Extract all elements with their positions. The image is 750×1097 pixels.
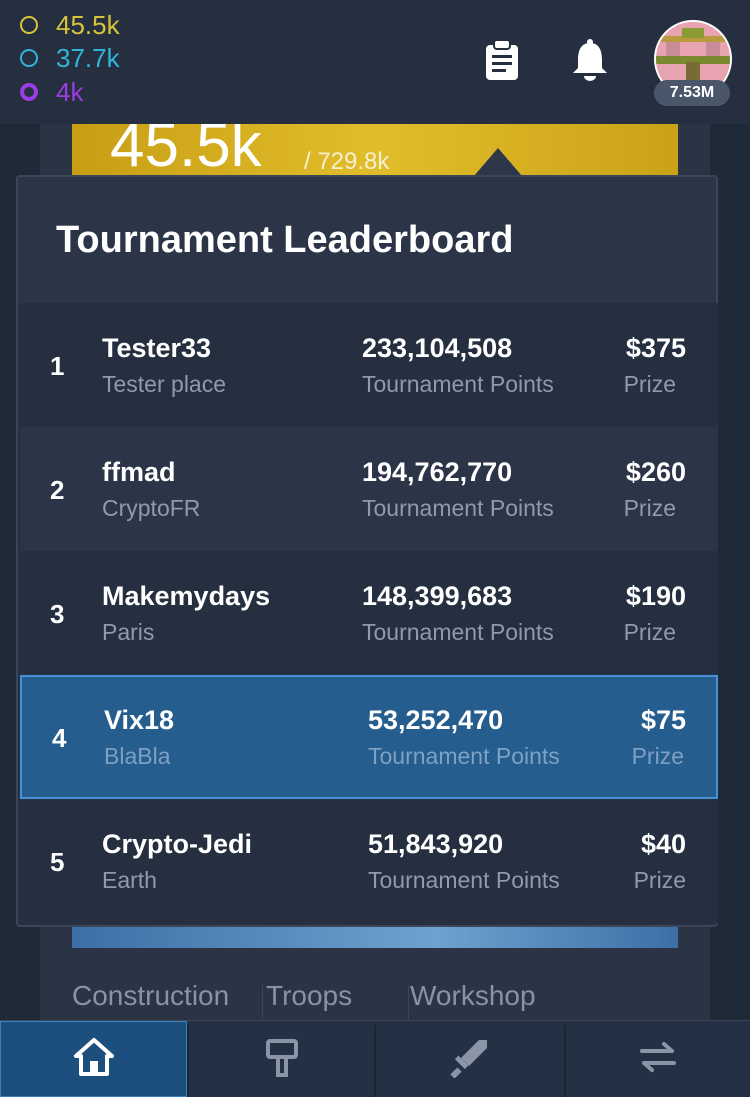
hammer-icon	[264, 1037, 300, 1082]
gold-ring-icon	[20, 16, 38, 34]
points-label: Tournament Points	[362, 371, 554, 397]
nav-home[interactable]	[0, 1021, 187, 1097]
points-label: Tournament Points	[368, 867, 560, 893]
bottom-nav	[0, 1020, 750, 1097]
swap-arrows-icon	[638, 1041, 678, 1078]
player-name: Vix18	[104, 705, 175, 735]
sword-icon	[449, 1036, 491, 1083]
modal-header: Tournament Leaderboard	[18, 177, 716, 303]
prize-label: Prize	[633, 867, 686, 893]
player-location: BlaBla	[104, 743, 171, 769]
purple-ring-icon	[20, 83, 38, 101]
rank: 5	[50, 847, 65, 877]
prize-amount: $375	[625, 333, 686, 363]
tab-divider	[408, 985, 409, 1021]
nav-build[interactable]	[189, 1021, 374, 1097]
player-name: Makemydays	[102, 581, 271, 611]
prize-amount: $260	[625, 457, 686, 487]
leaderboard-row-current-user[interactable]: 4 Vix18 BlaBla 53,252,470 Tournament Poi…	[20, 675, 718, 799]
top-header: 45.5k 37.7k 4k 7.53M	[0, 0, 750, 124]
tab-construction[interactable]: Construction	[72, 980, 229, 1012]
rank: 4	[52, 723, 67, 753]
gold-storage-value: 45.5k	[110, 124, 262, 180]
player-name: Tester33	[102, 333, 212, 363]
tab-divider	[262, 985, 263, 1021]
player-name: Crypto-Jedi	[102, 829, 253, 859]
gold-resource: 45.5k	[20, 10, 120, 40]
nav-trade[interactable]	[566, 1021, 750, 1097]
cyan-resource: 37.7k	[20, 43, 120, 73]
profile-avatar[interactable]: 7.53M	[654, 20, 732, 110]
purple-resource-value: 4k	[56, 76, 84, 107]
balance-badge: 7.53M	[654, 80, 730, 106]
gold-resource-value: 45.5k	[56, 9, 120, 40]
bell-icon[interactable]	[568, 36, 612, 84]
prize-amount: $190	[625, 581, 686, 611]
leaderboard-modal: Tournament Leaderboard 1 Tester33 Tester…	[16, 175, 718, 927]
points-label: Tournament Points	[368, 743, 560, 769]
tournament-points: 194,762,770	[362, 457, 513, 487]
cyan-resource-value: 37.7k	[56, 42, 120, 73]
rank: 1	[50, 351, 65, 381]
popover-caret	[474, 148, 522, 176]
leaderboard-row[interactable]: 1 Tester33 Tester place 233,104,508 Tour…	[20, 303, 718, 427]
blue-banner	[72, 926, 678, 948]
tournament-points: 233,104,508	[362, 333, 513, 363]
prize-label: Prize	[623, 495, 676, 521]
player-location: CryptoFR	[102, 495, 201, 521]
prize-label: Prize	[623, 371, 676, 397]
modal-title: Tournament Leaderboard	[56, 219, 514, 261]
home-icon	[73, 1037, 115, 1082]
cyan-ring-icon	[20, 49, 38, 67]
tournament-points: 53,252,470	[368, 705, 504, 735]
prize-label: Prize	[631, 743, 684, 769]
leaderboard-row[interactable]: 2 ffmad CryptoFR 194,762,770 Tournament …	[20, 427, 718, 551]
clipboard-icon[interactable]	[480, 36, 524, 84]
points-label: Tournament Points	[362, 495, 554, 521]
nav-battle[interactable]	[376, 1021, 564, 1097]
tab-troops[interactable]: Troops	[266, 980, 352, 1012]
prize-label: Prize	[623, 619, 676, 645]
leaderboard-row[interactable]: 3 Makemydays Paris 148,399,683 Tournamen…	[20, 551, 718, 675]
prize-amount: $75	[640, 705, 686, 735]
rank: 2	[50, 475, 65, 505]
player-location: Paris	[102, 619, 155, 645]
points-label: Tournament Points	[362, 619, 554, 645]
player-name: ffmad	[102, 457, 176, 487]
tournament-points: 51,843,920	[368, 829, 504, 859]
purple-resource: 4k	[20, 77, 83, 107]
player-location: Tester place	[102, 371, 227, 397]
gold-storage-max: / 729.8k	[304, 148, 390, 175]
player-location: Earth	[102, 867, 157, 893]
prize-amount: $40	[640, 829, 686, 859]
tab-workshop[interactable]: Workshop	[410, 980, 536, 1012]
tournament-points: 148,399,683	[362, 581, 513, 611]
leaderboard-row[interactable]: 5 Crypto-Jedi Earth 51,843,920 Tournamen…	[20, 799, 718, 923]
rank: 3	[50, 599, 65, 629]
